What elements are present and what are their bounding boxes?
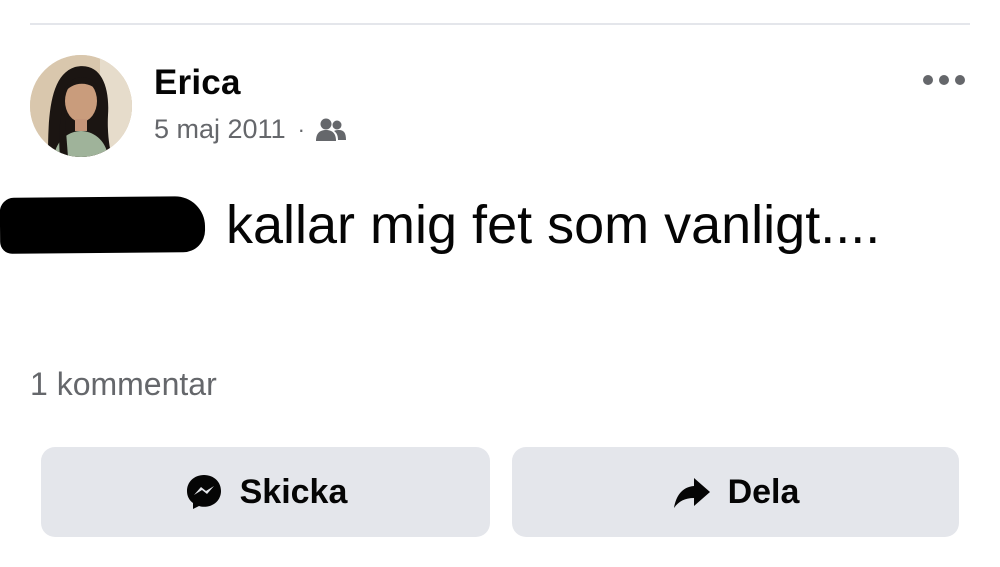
redacted-name: [0, 196, 206, 254]
top-divider: [30, 23, 970, 25]
post-meta: 5 maj 2011 ·: [154, 114, 347, 145]
avatar-photo: [30, 55, 132, 157]
share-label: Dela: [727, 472, 800, 511]
author-name[interactable]: Erica: [154, 63, 241, 103]
send-label: Skicka: [239, 472, 348, 511]
more-options-button[interactable]: [918, 60, 970, 100]
share-button[interactable]: Dela: [512, 447, 959, 537]
meta-separator: ·: [297, 116, 305, 142]
post-date[interactable]: 5 maj 2011: [154, 114, 286, 145]
post-message: kallar mig fet som vanligt....: [0, 180, 960, 270]
send-button[interactable]: Skicka: [41, 447, 490, 537]
post-message-text: kallar mig fet som vanligt....: [211, 195, 881, 255]
avatar[interactable]: [30, 55, 132, 157]
friends-icon[interactable]: [315, 117, 347, 143]
messenger-icon: [184, 472, 224, 512]
more-dots-icon: [923, 75, 965, 85]
comment-count-link[interactable]: 1 kommentar: [30, 366, 217, 403]
share-arrow-icon: [672, 472, 712, 512]
